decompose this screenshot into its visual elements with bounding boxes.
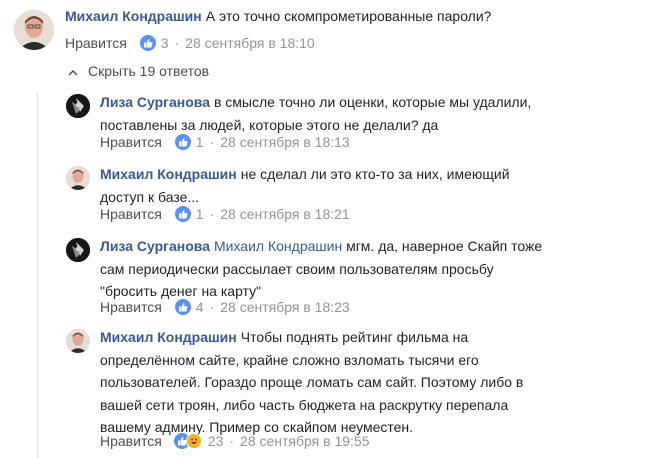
reply-thread-line [37, 92, 38, 458]
like-link[interactable]: Нравится [100, 299, 162, 315]
hide-replies-link[interactable]: Скрыть 19 ответов [68, 63, 209, 79]
reply-text-line: сам периодически рассылает своим пользов… [100, 260, 494, 277]
reply-meta: Нравится 1 · 28 сентября в 18:13 [100, 134, 350, 150]
reaction-count[interactable]: 4 [196, 299, 204, 315]
separator-dot: · [174, 35, 180, 51]
avatar[interactable] [66, 94, 90, 118]
avatar[interactable] [66, 329, 90, 353]
timestamp[interactable]: 28 сентября в 18:21 [220, 206, 349, 222]
separator-dot: · [209, 299, 215, 315]
avatar[interactable] [14, 10, 54, 50]
reaction-count[interactable]: 23 [208, 433, 224, 449]
reply-body: Лиза Сурганова Михаил Кондрашин мгм. да, … [100, 235, 640, 303]
separator-dot: · [229, 433, 235, 449]
comment-author[interactable]: Михаил Кондрашин [65, 8, 202, 24]
like-reaction-icon[interactable] [174, 134, 191, 150]
reply-author[interactable]: Лиза Сурганова [100, 238, 210, 254]
comment-text: А это точно скомпрометированные пароли? [205, 8, 492, 24]
comment-meta: Нравится 3 · 28 сентября в 18:10 [65, 35, 315, 51]
reply-text-line: вашей сети троян, либо часть бюджета на … [100, 396, 509, 413]
timestamp[interactable]: 28 сентября в 18:13 [220, 134, 349, 150]
separator-dot: · [209, 206, 215, 222]
comment-body: Михаил Кондрашин А это точно скомпрометир… [65, 5, 635, 28]
like-link[interactable]: Нравится [100, 134, 162, 150]
like-link[interactable]: Нравится [65, 35, 127, 51]
reaction-count[interactable]: 3 [161, 35, 169, 51]
haha-reaction-icon [185, 433, 202, 449]
reaction-icons[interactable] [173, 433, 202, 449]
like-link[interactable]: Нравится [100, 206, 162, 222]
avatar[interactable] [66, 238, 90, 262]
woman-avatar-icon [66, 94, 90, 118]
chevron-up-icon [68, 63, 78, 79]
like-reaction-icon[interactable] [174, 299, 191, 315]
woman-avatar-icon [66, 238, 90, 262]
reply-text-line: в смысле точно ли оценки, которые мы уда… [213, 94, 532, 110]
hide-replies-label: Скрыть 19 ответов [88, 63, 210, 79]
comment: Михаил Кондрашин А это точно скомпрометир… [0, 0, 645, 58]
reply-body: Михаил Кондрашин Чтобы поднять рейтинг фи… [100, 326, 640, 439]
timestamp[interactable]: 28 сентября в 19:55 [240, 433, 369, 449]
reaction-count[interactable]: 1 [196, 206, 204, 222]
timestamp[interactable]: 28 сентября в 18:23 [220, 299, 349, 315]
reply-text-line: мгм. да, наверное Скайп тоже [346, 238, 543, 254]
reply-text-line: "бросить денег на карту" [100, 283, 262, 299]
separator-dot: · [209, 134, 215, 150]
reply-author[interactable]: Лиза Сурганова [100, 94, 210, 110]
like-reaction-icon[interactable] [174, 206, 191, 222]
reply-body: Михаил Кондрашин не сделал ли это кто-то … [100, 163, 640, 208]
man-avatar-icon [66, 329, 90, 353]
reply-text-line: поставлены за людей, которые этого не де… [100, 116, 439, 133]
reply-body: Лиза Сурганова в смысле точно ли оценки, … [100, 91, 640, 136]
reaction-count[interactable]: 1 [196, 134, 204, 150]
reply-text-line: определённом сайте, крайне сложно взлома… [100, 351, 479, 368]
like-reaction-icon[interactable] [139, 35, 156, 51]
like-link[interactable]: Нравится [100, 433, 162, 449]
reply-meta: Нравится 23 · 28 сентября в 19:55 [100, 433, 369, 449]
reply-text-line: пользователей. Гораздо проще ломать сам … [100, 374, 524, 390]
reply-text-line: не сделал ли это кто-то за них, имеющий [240, 166, 510, 182]
man-avatar-icon [66, 166, 90, 190]
reply-meta: Нравится 4 · 28 сентября в 18:23 [100, 299, 350, 315]
man-avatar-icon [14, 10, 54, 50]
reply-meta: Нравится 1 · 28 сентября в 18:21 [100, 206, 350, 222]
reply-text-line: доступ к базе... [100, 188, 200, 205]
reply-mention[interactable]: Михаил Кондрашин [214, 238, 342, 254]
avatar[interactable] [66, 166, 90, 190]
reply-author[interactable]: Михаил Кондрашин [100, 329, 237, 345]
timestamp[interactable]: 28 сентября в 18:10 [185, 35, 314, 51]
reply-text-line: Чтобы поднять рейтинг фильма на [240, 329, 469, 345]
reply-author[interactable]: Михаил Кондрашин [100, 166, 237, 182]
